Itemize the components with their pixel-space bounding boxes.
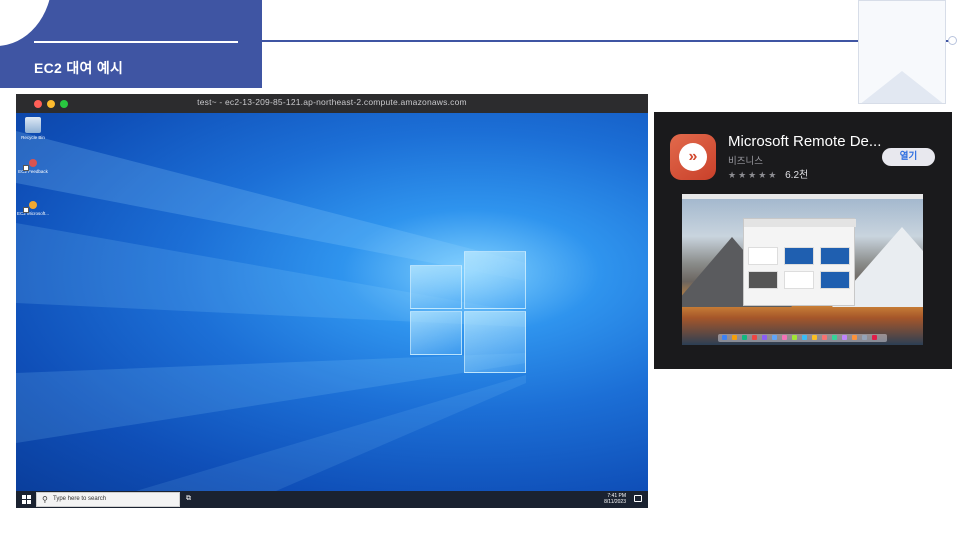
preview-app-window [743,218,856,306]
app-rating: ★★★★★ 6.2천 [728,166,808,181]
taskbar-search-input[interactable]: ⚲ Type here to search [36,492,180,507]
bookmark-notch [859,71,945,103]
app-category: 비즈니스 [728,156,763,167]
app-icon-circle: » [679,143,707,171]
header-rule [262,40,954,42]
remote-desktop-app-icon: » [670,134,716,180]
taskbar-clock[interactable]: 7:41 PM 8/11/2023 [604,493,626,505]
preview-menubar [682,194,923,199]
desktop-icon-ec2[interactable]: EC2 Microsoft... [17,201,49,216]
desktop-icon-label: Recycle Bin [21,135,45,140]
windows-desktop[interactable]: Recycle Bin EC2 Feedback EC2 Microsoft..… [16,113,648,491]
search-icon: ⚲ [42,495,48,504]
desktop-icon-label: EC2 Feedback [18,169,48,174]
open-app-button[interactable]: 열기 [882,148,935,166]
remote-desktop-window: test~ - ec2-13-209-85-121.ap-northeast-2… [16,94,648,508]
windows-taskbar: ⚲ Type here to search ⧉ 7:41 PM 8/11/202… [16,491,648,508]
app-preview-screenshot[interactable] [682,194,923,345]
app-store-card: » Microsoft Remote De... 비즈니스 ★★★★★ 6.2천… [654,112,952,369]
chevron-right-icon: » [688,148,698,165]
rating-count: 6.2천 [785,170,809,181]
windows-logo [410,251,526,373]
recycle-bin-icon [25,117,41,133]
notification-icon[interactable] [634,495,642,502]
rule-end-circle [948,36,957,45]
shortcut-arrow-icon [23,207,29,213]
wallpaper-light-beams [16,131,526,491]
bookmark-decoration [858,0,946,104]
star-rating-icon: ★★★★★ [728,170,779,180]
preview-dock [718,334,887,342]
ec2-shortcut-icon [29,201,37,209]
slide-title: EC2 대여 예시 [34,60,124,76]
desktop-icon-label: EC2 Microsoft... [17,211,50,216]
shortcut-arrow-icon [23,165,29,171]
slide-header: EC2 대여 예시 [0,0,262,88]
window-title: test~ - ec2-13-209-85-121.ap-northeast-2… [197,97,467,107]
task-view-icon[interactable]: ⧉ [186,495,191,503]
header-divider [34,41,238,43]
desktop-icon-feedback[interactable]: EC2 Feedback [17,159,49,174]
window-titlebar[interactable]: test~ - ec2-13-209-85-121.ap-northeast-2… [16,94,648,113]
clock-date: 8/11/2023 [604,499,626,505]
search-placeholder: Type here to search [53,496,107,502]
windows-start-icon[interactable] [22,495,31,504]
header-decoration [0,0,52,46]
app-name: Microsoft Remote De... [728,133,882,150]
desktop-icon-recycle-bin[interactable]: Recycle Bin [17,117,49,140]
feedback-shortcut-icon [29,159,37,167]
